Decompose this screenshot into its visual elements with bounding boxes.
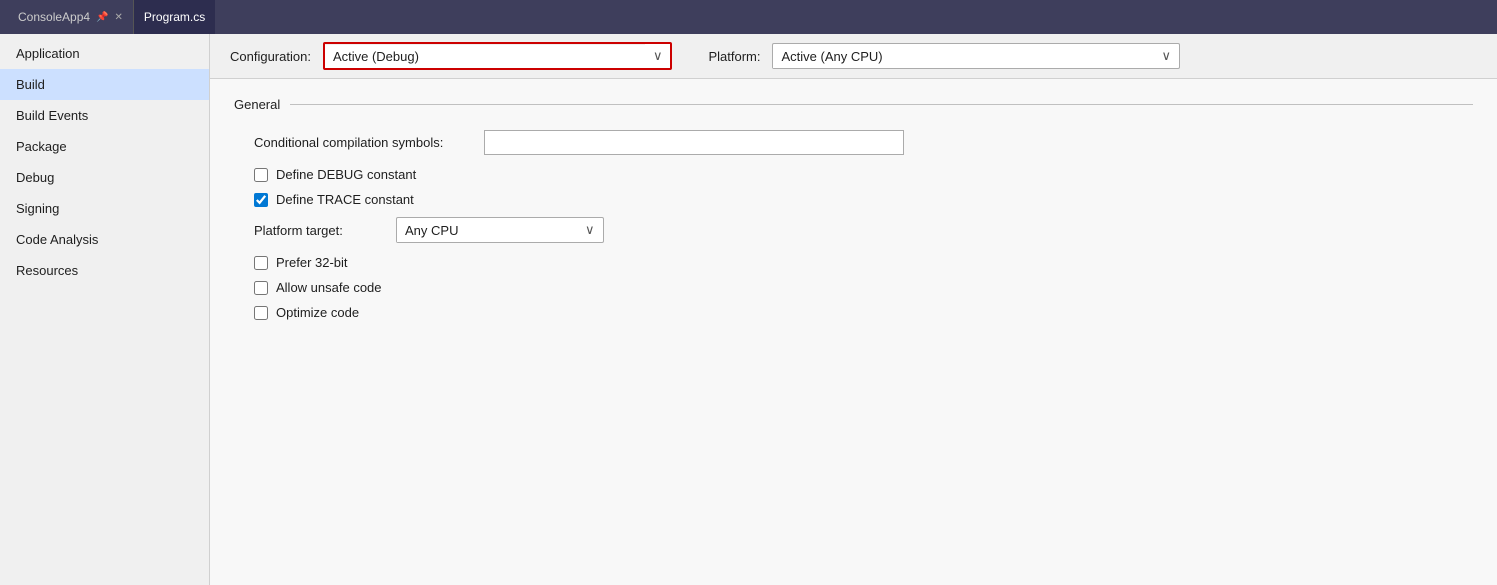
conditional-symbols-input[interactable]	[484, 130, 904, 155]
tab-program-cs-label: Program.cs	[144, 10, 205, 24]
sidebar: Application Build Build Events Package D…	[0, 34, 210, 585]
sidebar-item-code-analysis[interactable]: Code Analysis	[0, 224, 209, 255]
sidebar-item-package[interactable]: Package	[0, 131, 209, 162]
configuration-select[interactable]: Active (Debug) Debug Release All Configu…	[325, 45, 645, 68]
define-trace-label[interactable]: Define TRACE constant	[276, 192, 414, 207]
general-section-label: General	[234, 97, 280, 112]
sidebar-item-debug[interactable]: Debug	[0, 162, 209, 193]
prefer-32bit-row: Prefer 32-bit	[234, 255, 1473, 270]
allow-unsafe-label[interactable]: Allow unsafe code	[276, 280, 382, 295]
tab-pin-icon[interactable]: 📌	[96, 12, 108, 23]
content-area: Configuration: Active (Debug) Debug Rele…	[210, 34, 1497, 585]
sidebar-item-signing[interactable]: Signing	[0, 193, 209, 224]
platform-target-label: Platform target:	[254, 223, 384, 238]
optimize-code-label[interactable]: Optimize code	[276, 305, 359, 320]
sidebar-item-application[interactable]: Application	[0, 38, 209, 69]
configuration-select-wrapper: Active (Debug) Debug Release All Configu…	[323, 42, 673, 70]
sidebar-item-resources[interactable]: Resources	[0, 255, 209, 286]
tab-close-icon[interactable]: ✕	[115, 12, 123, 23]
tab-consoleapp4[interactable]: ConsoleApp4 📌 ✕	[8, 0, 133, 34]
platform-dropdown-arrow: ∨	[1153, 44, 1179, 68]
config-bar: Configuration: Active (Debug) Debug Rele…	[210, 34, 1497, 79]
define-trace-row: Define TRACE constant	[234, 192, 1473, 207]
prefer-32bit-label[interactable]: Prefer 32-bit	[276, 255, 348, 270]
define-debug-row: Define DEBUG constant	[234, 167, 1473, 182]
platform-target-select-wrapper: Any CPU x86 x64 ARM ∨	[396, 217, 604, 243]
define-trace-checkbox[interactable]	[254, 193, 268, 207]
general-section-line	[290, 104, 1473, 105]
configuration-dropdown-arrow: ∨	[645, 44, 671, 68]
build-section-content: General Conditional compilation symbols:…	[210, 79, 1497, 348]
define-debug-label[interactable]: Define DEBUG constant	[276, 167, 416, 182]
main-layout: Application Build Build Events Package D…	[0, 34, 1497, 585]
platform-label: Platform:	[708, 49, 760, 64]
define-debug-checkbox[interactable]	[254, 168, 268, 182]
allow-unsafe-row: Allow unsafe code	[234, 280, 1473, 295]
tab-consoleapp4-label: ConsoleApp4	[18, 10, 90, 24]
platform-target-select[interactable]: Any CPU x86 x64 ARM	[397, 219, 577, 242]
allow-unsafe-checkbox[interactable]	[254, 281, 268, 295]
platform-select[interactable]: Active (Any CPU) Any CPU x86 x64	[773, 45, 1153, 68]
platform-target-row: Platform target: Any CPU x86 x64 ARM ∨	[234, 217, 1473, 243]
conditional-symbols-row: Conditional compilation symbols:	[234, 130, 1473, 155]
prefer-32bit-checkbox[interactable]	[254, 256, 268, 270]
general-section-header: General	[234, 97, 1473, 112]
optimize-code-row: Optimize code	[234, 305, 1473, 320]
configuration-label: Configuration:	[230, 49, 311, 64]
tab-program-cs[interactable]: Program.cs	[134, 0, 215, 34]
platform-target-dropdown-arrow: ∨	[577, 218, 603, 242]
sidebar-item-build-events[interactable]: Build Events	[0, 100, 209, 131]
sidebar-item-build[interactable]: Build	[0, 69, 209, 100]
platform-select-wrapper: Active (Any CPU) Any CPU x86 x64 ∨	[772, 43, 1180, 69]
title-bar: ConsoleApp4 📌 ✕ Program.cs	[0, 0, 1497, 34]
conditional-symbols-label: Conditional compilation symbols:	[254, 135, 484, 150]
optimize-code-checkbox[interactable]	[254, 306, 268, 320]
